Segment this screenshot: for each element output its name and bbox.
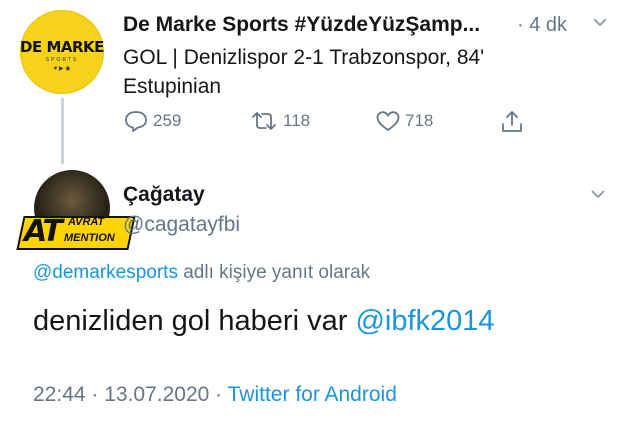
retweet-count: 118 <box>283 111 311 130</box>
like-button[interactable]: 718 <box>375 109 433 133</box>
reply-button[interactable]: 259 <box>123 109 181 133</box>
avatar-badge-mention: MENTION <box>64 232 115 244</box>
retweet-icon <box>252 112 276 130</box>
reply-icon <box>125 111 147 132</box>
main-tweet-mention-link[interactable]: @ibfk2014 <box>355 305 494 337</box>
parent-tweet-line1: GOL | Denizlispor 2-1 Trabzonspor, 84' <box>123 46 485 69</box>
reply-to-suffix: adlı kişiye yanıt olarak <box>177 262 371 283</box>
avatar-badge-at: AT <box>24 214 63 249</box>
share-icon <box>502 111 522 132</box>
heart-icon <box>376 111 400 131</box>
like-count: 718 <box>405 111 434 130</box>
tweet-meta: 22:44 · 13.07.2020 · Twitter for Android <box>33 383 397 407</box>
avatar-logo-subtext: SPORTS <box>45 57 79 63</box>
meta-separator-2: · <box>209 383 228 406</box>
parent-tweet-text: GOL | Denizlispor 2-1 Trabzonspor, 84' E… <box>123 43 593 101</box>
main-display-name[interactable]: Çağatay <box>123 183 205 207</box>
avatar-logo-icons: ♥ ▶ ◉ <box>53 66 71 72</box>
reply-to-mention-link[interactable]: @demarkesports <box>33 262 178 283</box>
thread-connector-line <box>61 98 64 164</box>
tweet-date[interactable]: 13.07.2020 <box>104 383 209 406</box>
time-separator: · <box>517 14 524 36</box>
parent-time-text: 4 dk <box>529 14 568 36</box>
parent-tweet-line2: Estupinian <box>123 75 222 98</box>
main-tweet-text: denizliden gol haberi var @ibfk2014 <box>33 305 495 338</box>
share-button[interactable] <box>499 109 529 135</box>
avatar-logo-text: DE MARKE <box>20 38 104 56</box>
avatar-badge-avrat: AVRAT <box>68 216 105 228</box>
tweet-source-link[interactable]: Twitter for Android <box>228 383 397 406</box>
retweet-button[interactable]: 118 <box>249 109 310 133</box>
parent-timestamp[interactable]: · 4 dk <box>517 14 567 37</box>
main-handle[interactable]: @cagatayfbi <box>123 213 240 237</box>
main-tweet-body: denizliden gol haberi var <box>33 305 356 337</box>
reply-count: 259 <box>153 111 182 130</box>
parent-more-chevron-icon[interactable] <box>590 12 610 37</box>
tweet-time[interactable]: 22:44 <box>33 383 86 406</box>
parent-display-name-text: De Marke Sports #YüzdeYüzŞamp... <box>123 13 481 36</box>
meta-separator-1: · <box>85 383 105 406</box>
avatar-de-marke-sports[interactable]: DE MARKE SPORTS ♥ ▶ ◉ <box>20 10 104 94</box>
replying-to-line: @demarkesports adlı kişiye yanıt olarak <box>33 262 370 284</box>
parent-display-name[interactable]: De Marke Sports #YüzdeYüzŞamp... <box>123 13 480 37</box>
main-more-chevron-icon[interactable] <box>588 184 608 209</box>
avatar-cagatay[interactable]: AT AVRAT MENTION <box>16 170 138 256</box>
